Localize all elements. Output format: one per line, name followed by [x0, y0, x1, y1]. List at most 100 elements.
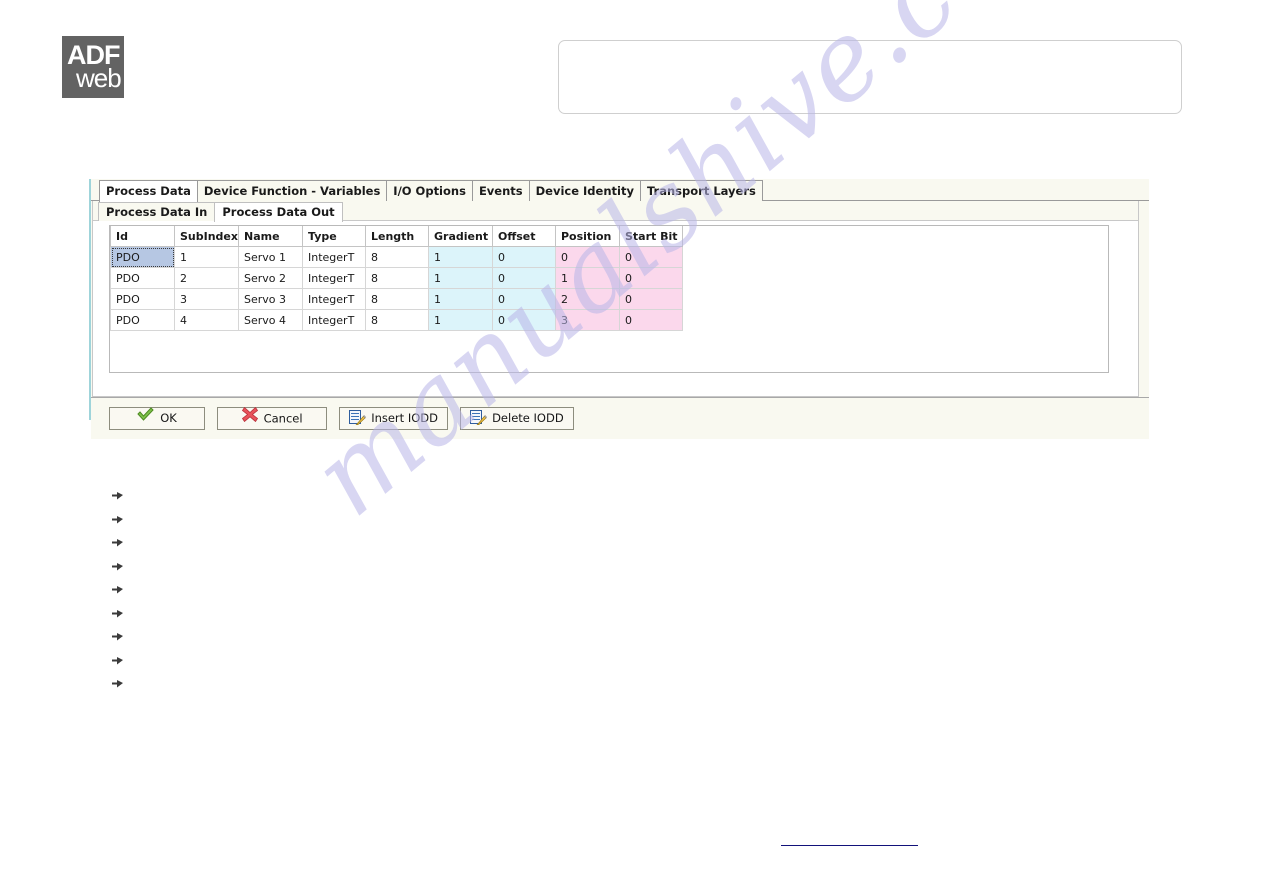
cell-type[interactable]: IntegerT: [302, 267, 366, 289]
cell-length[interactable]: 8: [365, 267, 429, 289]
cell-length[interactable]: 8: [365, 246, 429, 268]
cell-name[interactable]: Servo 1: [238, 246, 303, 268]
cell-offset[interactable]: 0: [492, 288, 556, 310]
cell-id[interactable]: PDO: [110, 288, 175, 310]
cell-start-bit[interactable]: 0: [619, 309, 683, 331]
cell-subindex[interactable]: 4: [174, 309, 239, 331]
cell-position[interactable]: 1: [555, 267, 620, 289]
diamond-bullet-icon: [112, 627, 124, 641]
cell-gradient[interactable]: 1: [428, 309, 493, 331]
diamond-bullet-icon: [112, 674, 124, 688]
delete-iodd-button-label: Delete IODD: [492, 411, 564, 425]
cell-id[interactable]: PDO: [110, 267, 175, 289]
delete-iodd-button[interactable]: Delete IODD: [460, 407, 574, 430]
table-row[interactable]: PDO 1 Servo 1 IntegerT 8 1 0 0 0: [110, 246, 683, 268]
list-item: [112, 624, 232, 648]
insert-iodd-button-label: Insert IODD: [371, 411, 438, 425]
diamond-bullet-icon: [112, 533, 124, 547]
cell-offset[interactable]: 0: [492, 309, 556, 331]
logo-text-web: web: [76, 63, 122, 93]
column-header-id[interactable]: Id: [110, 226, 175, 247]
ok-button[interactable]: OK: [109, 407, 205, 430]
document-pencil-icon: [349, 410, 367, 425]
cancel-button[interactable]: Cancel: [217, 406, 328, 430]
cell-subindex[interactable]: 2: [174, 267, 239, 289]
cell-position[interactable]: 2: [555, 288, 620, 310]
process-data-grid-panel[interactable]: Id SubIndex Name Type Length Gradient Of…: [109, 225, 1109, 373]
cell-start-bit[interactable]: 0: [619, 246, 683, 268]
cell-subindex[interactable]: 1: [174, 246, 239, 268]
bullet-list: [112, 483, 232, 695]
column-header-position[interactable]: Position: [555, 226, 620, 247]
table-row[interactable]: PDO 2 Servo 2 IntegerT 8 1 0 1 0: [110, 267, 683, 289]
list-item: [112, 648, 232, 672]
tab-io-options[interactable]: I/O Options: [386, 180, 473, 201]
adfweb-logo: ADF web: [62, 36, 124, 98]
column-header-type[interactable]: Type: [302, 226, 366, 247]
table-row[interactable]: PDO 3 Servo 3 IntegerT 8 1 0 2 0: [110, 288, 683, 310]
cell-subindex[interactable]: 3: [174, 288, 239, 310]
list-item: [112, 601, 232, 625]
header-title-box: [558, 40, 1182, 114]
diamond-bullet-icon: [112, 557, 124, 570]
dialog-button-bar: OK Cancel Insert IODD Delete IODD: [91, 397, 1149, 439]
cell-gradient[interactable]: 1: [428, 246, 493, 268]
cell-start-bit[interactable]: 0: [619, 288, 683, 310]
cell-length[interactable]: 8: [365, 288, 429, 310]
cell-gradient[interactable]: 1: [428, 267, 493, 289]
diamond-bullet-icon: [112, 486, 124, 500]
bottom-hyperlink[interactable]: [781, 845, 918, 846]
tab-process-data-out[interactable]: Process Data Out: [214, 202, 343, 222]
column-header-gradient[interactable]: Gradient: [428, 226, 493, 247]
table-row[interactable]: PDO 4 Servo 4 IntegerT 8 1 0 3 0: [110, 309, 683, 331]
diamond-bullet-icon: [112, 510, 124, 523]
list-item: [112, 671, 232, 695]
cell-type[interactable]: IntegerT: [302, 309, 366, 331]
cell-position[interactable]: 3: [555, 309, 620, 331]
insert-iodd-button[interactable]: Insert IODD: [339, 407, 448, 430]
tab-device-function-variables[interactable]: Device Function - Variables: [196, 180, 388, 201]
diamond-bullet-icon: [112, 580, 124, 594]
cell-type[interactable]: IntegerT: [302, 288, 366, 310]
cancel-button-label: Cancel: [263, 411, 303, 426]
process-data-dialog: Process Data Device Function - Variables I…: [89, 179, 1149, 439]
cell-gradient[interactable]: 1: [428, 288, 493, 310]
cell-start-bit[interactable]: 0: [619, 267, 683, 289]
column-header-subindex[interactable]: SubIndex: [174, 226, 239, 247]
document-pencil-icon: [470, 410, 488, 425]
red-cross-icon: [241, 406, 258, 429]
cell-name[interactable]: Servo 3: [238, 288, 303, 310]
list-item: [112, 577, 232, 601]
list-item: [112, 530, 232, 554]
inner-tabstrip: Process Data In Process Data Out: [93, 201, 1138, 222]
tab-process-data[interactable]: Process Data: [99, 180, 198, 202]
tab-events[interactable]: Events: [471, 180, 530, 201]
grid-header-row: Id SubIndex Name Type Length Gradient Of…: [110, 226, 683, 247]
green-check-icon: [137, 407, 154, 428]
cell-offset[interactable]: 0: [492, 267, 556, 289]
tab-process-data-in[interactable]: Process Data In: [98, 202, 216, 221]
column-header-offset[interactable]: Offset: [492, 226, 556, 247]
list-item: [112, 507, 232, 531]
watermark-overlay: manualshive.com: [0, 0, 1263, 893]
outer-tabstrip: Process Data Device Function - Variables I…: [91, 179, 1149, 202]
ok-button-label: OK: [160, 411, 177, 425]
process-data-tabpage: Process Data In Process Data Out Id SubIn…: [92, 201, 1139, 397]
cell-id[interactable]: PDO: [110, 309, 175, 331]
cell-name[interactable]: Servo 2: [238, 267, 303, 289]
tab-device-identity[interactable]: Device Identity: [528, 180, 641, 201]
diamond-bullet-icon: [112, 604, 124, 617]
column-header-start-bit[interactable]: Start Bit: [619, 226, 683, 247]
column-header-name[interactable]: Name: [238, 226, 303, 247]
cell-position[interactable]: 0: [555, 246, 620, 268]
cell-name[interactable]: Servo 4: [238, 309, 303, 331]
list-item: [112, 483, 232, 507]
cell-offset[interactable]: 0: [492, 246, 556, 268]
cell-type[interactable]: IntegerT: [302, 246, 366, 268]
tab-transport-layers[interactable]: Transport Layers: [639, 180, 763, 201]
cell-length[interactable]: 8: [365, 309, 429, 331]
diamond-bullet-icon: [112, 651, 124, 664]
column-header-length[interactable]: Length: [365, 226, 429, 247]
process-data-grid: Id SubIndex Name Type Length Gradient Of…: [110, 226, 683, 331]
cell-id[interactable]: PDO: [110, 246, 175, 268]
